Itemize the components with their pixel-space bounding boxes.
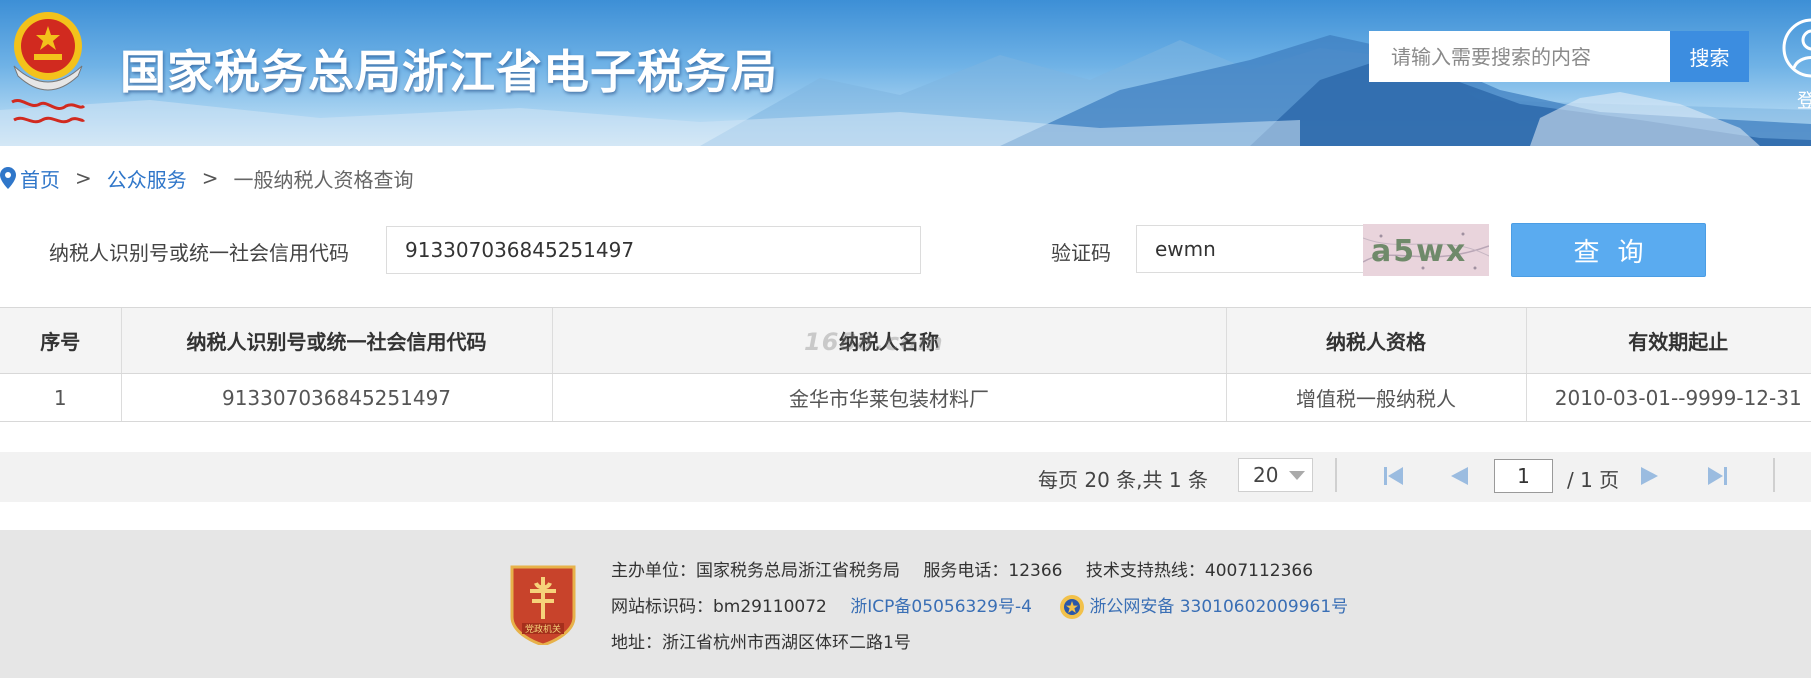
- taxpayer-id-input[interactable]: [386, 226, 921, 274]
- last-page-icon[interactable]: [1705, 465, 1729, 487]
- cell-index: 1: [0, 373, 121, 422]
- column-header-taxpayer-id: 纳税人识别号或统一社会信用代码: [120, 307, 552, 374]
- cell-taxpayer-name: 金华市华莱包装材料厂: [551, 373, 1226, 422]
- footer-site-id: 网站标识码：bm29110072: [611, 597, 827, 617]
- search-input[interactable]: [1369, 31, 1671, 82]
- footer-line-2: 网站标识码：bm29110072 浙ICP备05056329号-4 浙公网安备 …: [611, 592, 1348, 620]
- cell-validity-period: 2010-03-01--9999-12-31: [1525, 373, 1811, 422]
- login-link[interactable]: 登: [1797, 86, 1811, 113]
- site-title: 国家税务总局浙江省电子税务局: [120, 45, 778, 99]
- footer-service-phone: 服务电话：12366: [923, 561, 1063, 581]
- pagination-bar: 每页 20 条,共 1 条 20 / 1 页: [0, 452, 1811, 502]
- watermark: 1688.com: [804, 328, 944, 356]
- pagination-summary: 每页 20 条,共 1 条: [1038, 468, 1208, 492]
- police-record-link[interactable]: 浙公网安备 33010602009961号: [1089, 597, 1348, 617]
- breadcrumb: 首页 > 公众服务 > 一般纳税人资格查询: [0, 163, 414, 193]
- location-pin-icon: [0, 167, 16, 189]
- pager-divider: [1773, 458, 1775, 492]
- current-page-input[interactable]: [1494, 459, 1553, 493]
- chevron-down-icon: [1289, 471, 1305, 480]
- captcha-noise: a5wx: [1363, 224, 1489, 276]
- taxpayer-id-label: 纳税人识别号或统一社会信用代码: [49, 241, 349, 265]
- breadcrumb-separator: >: [75, 166, 92, 190]
- user-avatar-icon[interactable]: [1782, 18, 1811, 80]
- table-row: 1 913307036845251497 金华市华莱包装材料厂 增值税一般纳税人…: [0, 373, 1811, 422]
- column-header-qualification: 纳税人资格: [1225, 307, 1526, 374]
- query-button[interactable]: 查询: [1511, 223, 1706, 277]
- page-size-value: 20: [1253, 463, 1279, 487]
- page-size-select[interactable]: 20: [1238, 458, 1313, 492]
- header-banner: 国家税务总局浙江省电子税务局 搜索 登: [0, 0, 1811, 146]
- footer-support-hotline: 技术支持热线：4007112366: [1085, 561, 1314, 581]
- captcha-input[interactable]: [1136, 225, 1366, 273]
- pager-divider: [1335, 458, 1337, 492]
- column-header-validity-period: 有效期起止: [1525, 307, 1811, 374]
- footer-line-1: 主办单位：国家税务总局浙江省税务局 服务电话：12366 技术支持热线：4007…: [611, 556, 1313, 581]
- previous-page-icon[interactable]: [1447, 465, 1471, 487]
- tax-emblem-icon: [11, 12, 86, 124]
- cell-taxpayer-id: 913307036845251497: [120, 373, 552, 422]
- total-pages: / 1 页: [1567, 468, 1620, 492]
- footer-address: 地址：浙江省杭州市西湖区体环二路1号: [611, 633, 911, 653]
- search-button[interactable]: 搜索: [1670, 31, 1749, 82]
- next-page-icon[interactable]: [1638, 465, 1662, 487]
- column-header-index: 序号: [0, 307, 121, 374]
- cell-qualification: 增值税一般纳税人: [1225, 373, 1526, 422]
- result-table: 序号 纳税人识别号或统一社会信用代码 纳税人名称 纳税人资格 有效期起止 1 9…: [0, 307, 1811, 422]
- breadcrumb-separator: >: [201, 166, 219, 190]
- badge-text: 党政机关: [525, 623, 561, 635]
- captcha-label: 验证码: [1051, 241, 1111, 265]
- first-page-icon[interactable]: [1382, 465, 1406, 487]
- footer-organizer: 主办单位：国家税务总局浙江省税务局: [611, 561, 900, 581]
- breadcrumb-current: 一般纳税人资格查询: [233, 167, 414, 192]
- party-government-badge-icon[interactable]: 党政机关: [508, 561, 578, 645]
- breadcrumb-home-link[interactable]: 首页: [20, 164, 60, 193]
- breadcrumb-public-service-link[interactable]: 公众服务: [107, 164, 187, 193]
- police-badge-icon: [1060, 595, 1085, 619]
- captcha-text: a5wx: [1371, 234, 1467, 269]
- captcha-image[interactable]: a5wx: [1363, 224, 1489, 276]
- icp-record-link[interactable]: 浙ICP备05056329号-4: [850, 597, 1032, 617]
- footer: 党政机关 主办单位：国家税务总局浙江省税务局 服务电话：12366 技术支持热线…: [0, 530, 1811, 678]
